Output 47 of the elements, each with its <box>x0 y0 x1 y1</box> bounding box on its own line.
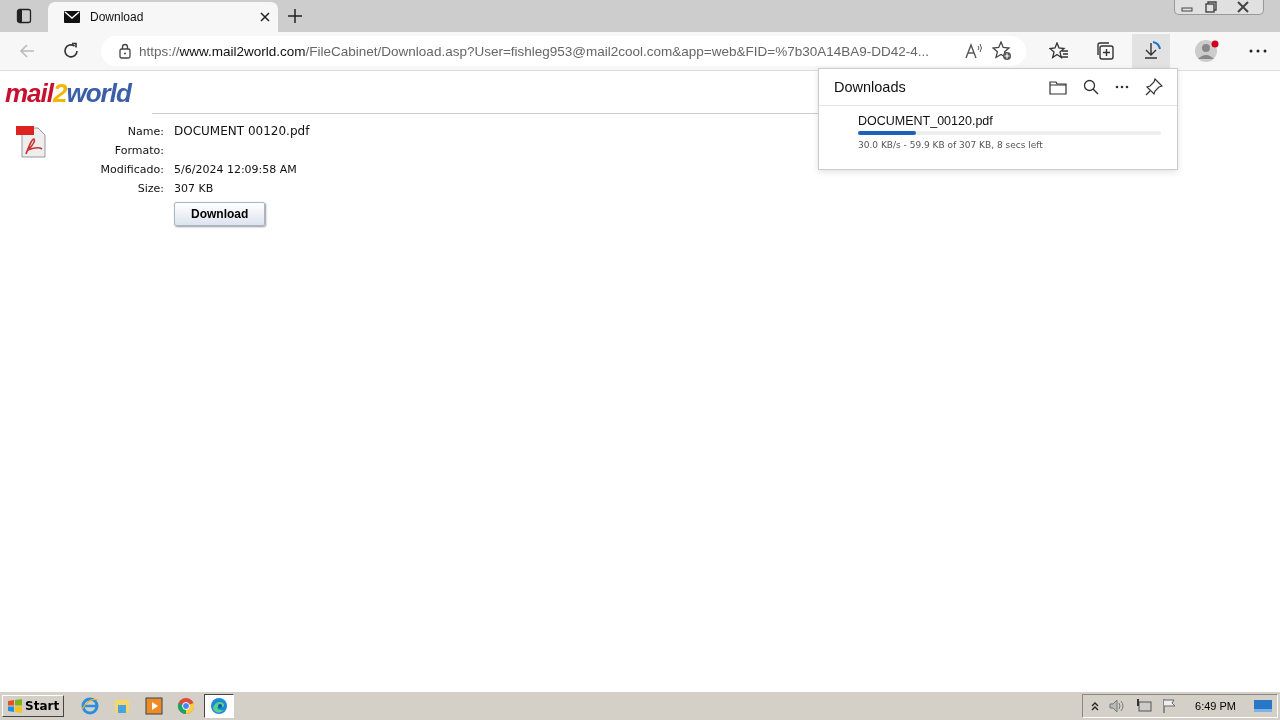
panel-title: Downloads <box>834 79 906 95</box>
show-desktop-icon[interactable] <box>1253 698 1273 714</box>
windows-flag-icon <box>7 698 23 714</box>
add-favorite-icon[interactable] <box>992 41 1012 61</box>
browser-tab[interactable]: Download <box>48 2 278 32</box>
download-file-name[interactable]: DOCUMENT_00120.pdf <box>858 114 993 128</box>
url-text: https://www.mail2world.com/FileCabinet/Download.asp?User=fishleg953@mail2cool.com&app=web&FID=%7b30A14BA9-DD42-4... <box>139 43 930 59</box>
lock-icon <box>119 43 131 59</box>
folder-icon[interactable] <box>1049 79 1067 95</box>
download-status: 30.0 KB/s - 59.9 KB of 307 KB, 8 secs left <box>858 140 1043 150</box>
tab-title: Download <box>90 10 145 24</box>
new-tab-icon[interactable] <box>288 9 302 23</box>
favorites-icon[interactable] <box>1049 42 1069 60</box>
field-label: Modificado: <box>99 162 164 177</box>
downloads-button[interactable] <box>1132 34 1170 68</box>
field-value: 5/6/2024 12:09:58 AM <box>174 163 297 176</box>
read-aloud-icon[interactable] <box>964 42 984 60</box>
pdf-file-icon <box>14 124 48 158</box>
more-icon[interactable] <box>1249 49 1267 53</box>
chrome-icon <box>177 697 196 715</box>
field-label: Name: <box>126 124 164 139</box>
start-button[interactable]: Start <box>2 695 65 717</box>
tab-actions-icon[interactable] <box>16 8 32 24</box>
refresh-icon[interactable] <box>62 42 80 60</box>
show-hidden-icon[interactable] <box>1091 701 1100 711</box>
close-icon[interactable] <box>260 12 270 22</box>
field-value: DOCUMENT 00120.pdf <box>174 124 310 138</box>
more-icon[interactable] <box>1115 85 1129 89</box>
mail-icon <box>64 11 80 23</box>
download-button[interactable]: Download <box>174 202 266 226</box>
folder-icon <box>113 697 132 715</box>
browser-e-icon <box>81 697 100 715</box>
clock: 6:49 PM <box>1195 700 1236 712</box>
field-value: 307 KB <box>174 182 214 195</box>
site-logo: mail2world <box>5 77 131 109</box>
address-bar[interactable]: https://www.mail2world.com/FileCabinet/Download.asp?User=fishleg953@mail2cool.com&app=web&FID=%7b30A14BA9-DD42-4... <box>101 36 1026 66</box>
speaker-icon[interactable] <box>1108 698 1127 714</box>
taskbar-app[interactable] <box>204 694 235 718</box>
media-player-icon <box>145 697 164 715</box>
search-icon[interactable] <box>1083 79 1099 95</box>
field-label: Formato: <box>113 143 164 158</box>
edge-icon <box>210 697 229 715</box>
field-label: Size: <box>136 181 164 196</box>
network-icon[interactable] <box>1135 698 1154 714</box>
pin-icon[interactable] <box>1145 78 1163 96</box>
profile-avatar-icon[interactable] <box>1194 38 1220 64</box>
collections-icon[interactable] <box>1095 41 1115 61</box>
